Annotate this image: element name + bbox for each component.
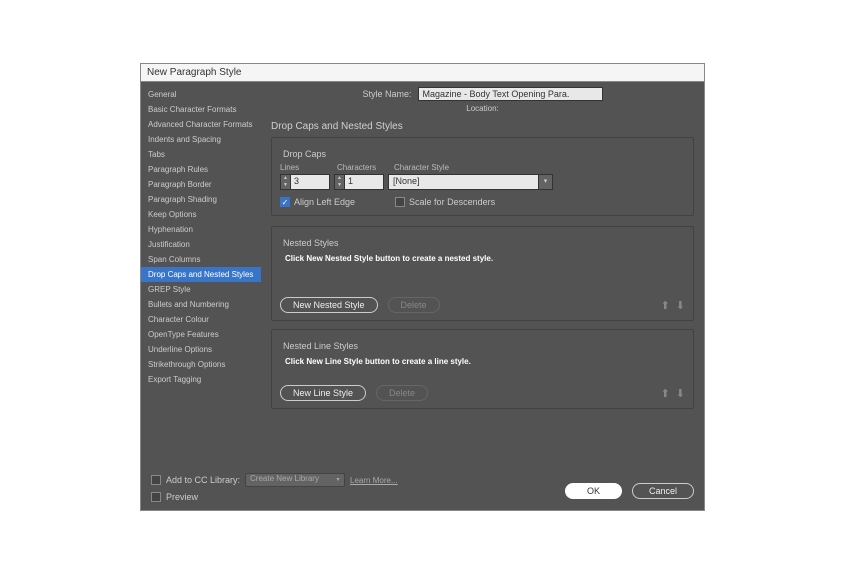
nested-styles-group: Nested Styles Click New Nested Style but… (271, 226, 694, 321)
sidebar-item-span-columns[interactable]: Span Columns (141, 252, 261, 267)
checkbox-icon: ✓ (280, 197, 290, 207)
delete-nested-style-button[interactable]: Delete (388, 297, 440, 313)
characters-label: Characters (337, 163, 394, 172)
characters-spinner[interactable]: ▲ ▼ 1 (334, 174, 384, 190)
add-to-cc-checkbox[interactable] (151, 475, 161, 485)
drop-caps-title: Drop Caps (280, 149, 329, 159)
section-title: Drop Caps and Nested Styles (271, 121, 694, 132)
sidebar-item-paragraph-rules[interactable]: Paragraph Rules (141, 162, 261, 177)
learn-more-link[interactable]: Learn More... (350, 476, 398, 485)
lines-label: Lines (280, 163, 337, 172)
cc-library-dropdown[interactable]: Create New Library ▾ (245, 473, 345, 487)
chevron-up-icon[interactable]: ▲ (281, 175, 290, 182)
chevron-up-icon[interactable]: ▲ (335, 175, 344, 182)
cancel-button[interactable]: Cancel (632, 483, 694, 499)
sidebar-item-basic-character-formats[interactable]: Basic Character Formats (141, 102, 261, 117)
main-panel: Style Name: Magazine - Body Text Opening… (261, 82, 704, 508)
style-name-label: Style Name: (362, 89, 411, 99)
sidebar-item-drop-caps-nested-styles[interactable]: Drop Caps and Nested Styles (141, 267, 261, 282)
chevron-down-icon[interactable]: ▾ (332, 474, 344, 486)
category-sidebar: General Basic Character Formats Advanced… (141, 82, 261, 508)
sidebar-item-export-tagging[interactable]: Export Tagging (141, 372, 261, 387)
checkbox-icon (395, 197, 405, 207)
chevron-down-icon[interactable]: ▼ (335, 182, 344, 189)
new-paragraph-style-dialog: New Paragraph Style General Basic Charac… (140, 63, 705, 511)
characters-value[interactable]: 1 (345, 175, 383, 189)
character-style-value: [None] (389, 175, 538, 189)
nested-line-styles-hint: Click New Line Style button to create a … (285, 357, 685, 366)
lines-spinner[interactable]: ▲ ▼ 3 (280, 174, 330, 190)
style-name-input[interactable]: Magazine - Body Text Opening Para. (418, 87, 603, 101)
sidebar-item-underline-options[interactable]: Underline Options (141, 342, 261, 357)
sidebar-item-justification[interactable]: Justification (141, 237, 261, 252)
add-to-cc-label: Add to CC Library: (166, 475, 240, 485)
move-down-icon[interactable]: ⬇ (676, 387, 685, 400)
sidebar-item-advanced-character-formats[interactable]: Advanced Character Formats (141, 117, 261, 132)
sidebar-item-character-colour[interactable]: Character Colour (141, 312, 261, 327)
sidebar-item-paragraph-shading[interactable]: Paragraph Shading (141, 192, 261, 207)
chevron-down-icon[interactable]: ▾ (538, 175, 552, 189)
new-line-style-button[interactable]: New Line Style (280, 385, 366, 401)
nested-line-styles-group: Nested Line Styles Click New Line Style … (271, 329, 694, 409)
sidebar-item-paragraph-border[interactable]: Paragraph Border (141, 177, 261, 192)
ok-button[interactable]: OK (565, 483, 622, 499)
move-up-icon[interactable]: ⬆ (661, 387, 670, 400)
drop-caps-group: Drop Caps Lines Characters Character Sty… (271, 137, 694, 216)
char-style-label: Character Style (394, 163, 449, 172)
new-nested-style-button[interactable]: New Nested Style (280, 297, 378, 313)
character-style-dropdown[interactable]: [None] ▾ (388, 174, 553, 190)
sidebar-item-general[interactable]: General (141, 87, 261, 102)
sidebar-item-opentype-features[interactable]: OpenType Features (141, 327, 261, 342)
sidebar-item-grep-style[interactable]: GREP Style (141, 282, 261, 297)
align-left-edge-checkbox[interactable]: ✓ Align Left Edge (280, 197, 355, 207)
sidebar-item-indents-and-spacing[interactable]: Indents and Spacing (141, 132, 261, 147)
preview-checkbox[interactable] (151, 492, 161, 502)
align-left-edge-label: Align Left Edge (294, 197, 355, 207)
location-label: Location: (271, 104, 694, 113)
dialog-footer: Add to CC Library: Create New Library ▾ … (141, 467, 704, 510)
chevron-down-icon[interactable]: ▼ (281, 182, 290, 189)
preview-label: Preview (166, 492, 198, 502)
nested-styles-title: Nested Styles (280, 238, 342, 248)
sidebar-item-keep-options[interactable]: Keep Options (141, 207, 261, 222)
move-up-icon[interactable]: ⬆ (661, 299, 670, 312)
nested-line-styles-title: Nested Line Styles (280, 341, 361, 351)
lines-value[interactable]: 3 (291, 175, 329, 189)
sidebar-item-tabs[interactable]: Tabs (141, 147, 261, 162)
sidebar-item-hyphenation[interactable]: Hyphenation (141, 222, 261, 237)
delete-line-style-button[interactable]: Delete (376, 385, 428, 401)
sidebar-item-strikethrough-options[interactable]: Strikethrough Options (141, 357, 261, 372)
nested-styles-hint: Click New Nested Style button to create … (285, 254, 685, 263)
scale-for-descenders-label: Scale for Descenders (409, 197, 495, 207)
sidebar-item-bullets-and-numbering[interactable]: Bullets and Numbering (141, 297, 261, 312)
cc-library-value: Create New Library (246, 474, 332, 486)
move-down-icon[interactable]: ⬇ (676, 299, 685, 312)
scale-for-descenders-checkbox[interactable]: Scale for Descenders (395, 197, 495, 207)
dialog-title: New Paragraph Style (141, 64, 704, 82)
